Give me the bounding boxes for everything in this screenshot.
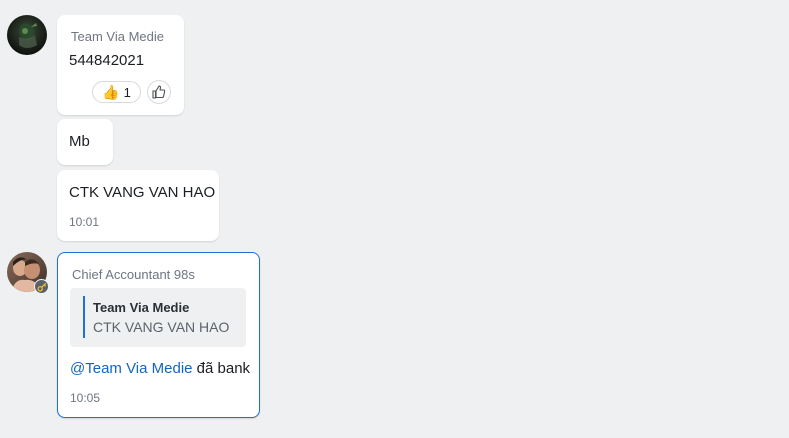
add-reaction-button[interactable] bbox=[147, 80, 171, 104]
quoted-author: Team Via Medie bbox=[93, 300, 190, 315]
message-bubble-1[interactable]: Team Via Medie 544842021 👍 1 bbox=[57, 15, 184, 115]
message-time: 10:05 bbox=[70, 391, 101, 405]
reactions-bar: 👍 1 bbox=[92, 80, 171, 104]
message-time: 10:01 bbox=[69, 215, 100, 229]
admin-badge bbox=[34, 279, 49, 294]
avatar-image bbox=[7, 15, 47, 55]
reaction-count: 1 bbox=[123, 84, 131, 100]
message-bubble-reply[interactable]: Chief Accountant 98s Team Via Medie CTK … bbox=[57, 252, 260, 418]
sender-name[interactable]: Team Via Medie bbox=[71, 29, 164, 45]
reaction-chip-thumbs-up[interactable]: 👍 1 bbox=[92, 81, 141, 103]
thumbs-up-outline-icon bbox=[152, 85, 166, 99]
message-text: CTK VANG VAN HAO bbox=[69, 184, 216, 201]
avatar-chief-accountant-wrapper[interactable] bbox=[7, 252, 49, 294]
quote-accent-bar bbox=[83, 296, 85, 338]
quoted-text: CTK VANG VAN HAO bbox=[93, 319, 230, 335]
chat-panel: Team Via Medie 544842021 👍 1 Mb CTK VANG… bbox=[0, 0, 789, 438]
key-icon bbox=[37, 282, 46, 292]
message-text: 544842021 bbox=[69, 52, 145, 69]
sender-name[interactable]: Chief Accountant 98s bbox=[72, 267, 195, 283]
reply-body: đã bank bbox=[192, 360, 251, 377]
quoted-message[interactable]: Team Via Medie CTK VANG VAN HAO bbox=[70, 288, 246, 347]
message-bubble-3[interactable]: CTK VANG VAN HAO 10:01 bbox=[57, 170, 219, 241]
message-bubble-2[interactable]: Mb bbox=[57, 119, 113, 165]
message-text: Mb bbox=[69, 133, 90, 150]
reply-text: @Team Via Medie đã bank bbox=[70, 359, 250, 379]
avatar-team-via-medie[interactable] bbox=[7, 15, 47, 55]
thumbs-up-emoji-icon: 👍 bbox=[102, 83, 120, 100]
mention-link[interactable]: @Team Via Medie bbox=[70, 360, 193, 377]
